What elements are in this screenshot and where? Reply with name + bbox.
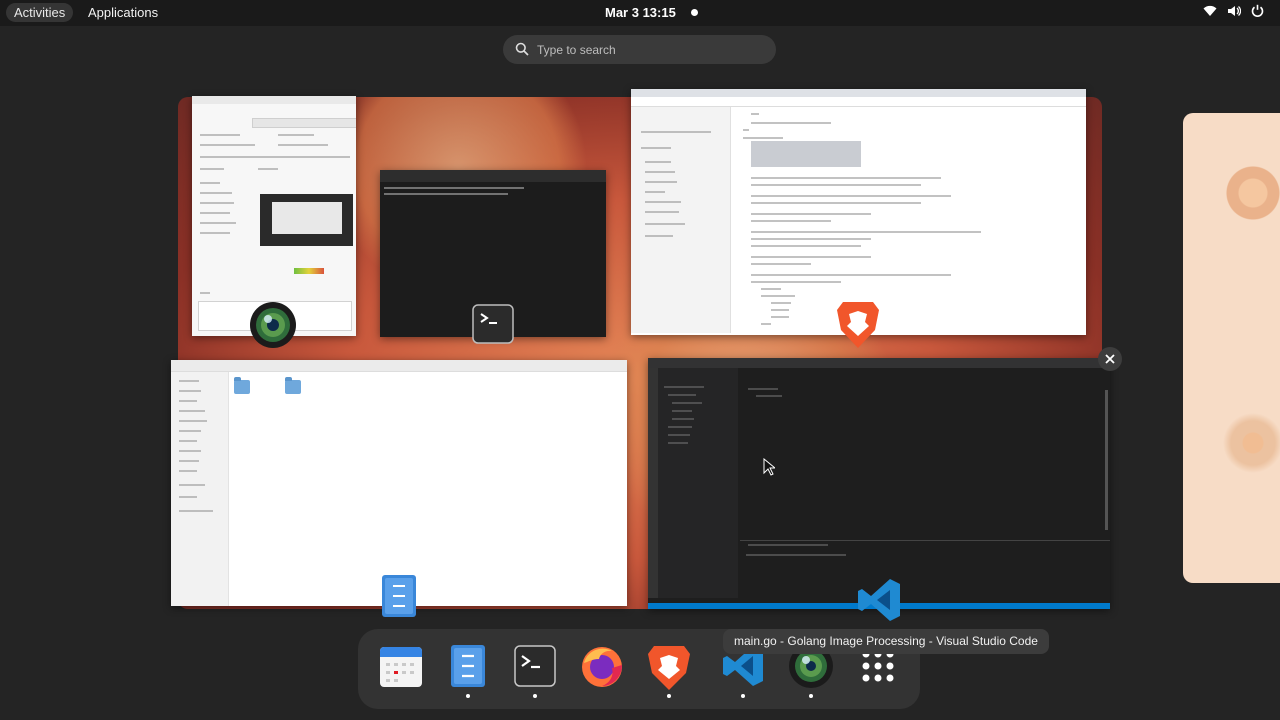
next-workspace-thumbnail[interactable]: [1183, 113, 1280, 583]
window-title-tooltip: main.go - Golang Image Processing - Visu…: [723, 629, 1049, 654]
editor-scrollbar[interactable]: [1105, 390, 1108, 530]
activities-button[interactable]: Activities: [6, 3, 74, 22]
window-app-icon-terminal: [472, 304, 514, 349]
search-input[interactable]: [537, 40, 757, 60]
brave-lion-icon: [648, 646, 690, 690]
audio-meter: [294, 268, 324, 274]
firefox-icon: [582, 647, 622, 687]
mouse-cursor: [763, 457, 777, 481]
volume-icon[interactable]: [1227, 5, 1241, 17]
wifi-icon[interactable]: [1203, 5, 1217, 17]
brave-lion-icon: [837, 302, 879, 348]
recording-preview: [260, 194, 353, 246]
calendar-icon: [380, 647, 422, 687]
terminal-icon: [472, 304, 514, 344]
folder-icon[interactable]: [285, 377, 301, 394]
window-app-icon-vscode: [855, 576, 903, 629]
close-window-button[interactable]: [1098, 347, 1122, 371]
page-sidebar: [631, 107, 731, 333]
dash-app-terminal[interactable]: [512, 643, 558, 693]
terminal-icon: [514, 645, 556, 687]
record-button: [252, 118, 356, 128]
folder-icon[interactable]: [234, 377, 250, 394]
window-app-icon-brave: [835, 298, 881, 355]
window-headerbar: [171, 360, 627, 372]
window-screen-recorder[interactable]: [192, 96, 356, 336]
running-indicator: [533, 694, 537, 698]
camera-lens-icon: [250, 302, 296, 348]
window-app-icon-camera: [249, 301, 297, 354]
browser-url-bar: [631, 97, 1086, 107]
dash-app-files[interactable]: [445, 643, 491, 693]
search-icon: [515, 42, 529, 56]
files-icon: [382, 575, 416, 617]
code-selection: [751, 141, 861, 167]
applications-menu[interactable]: Applications: [88, 5, 158, 20]
running-indicator: [809, 694, 813, 698]
window-titlebar: [380, 170, 606, 182]
clock[interactable]: Mar 3 13:15: [605, 5, 676, 20]
window-titlebar: [648, 358, 1110, 368]
window-app-icon-files: [381, 574, 417, 623]
files-icon: [451, 645, 485, 687]
power-icon[interactable]: [1251, 4, 1264, 17]
browser-tab-strip: [631, 89, 1086, 97]
close-icon: [1105, 354, 1115, 364]
running-indicator: [466, 694, 470, 698]
dash-app-firefox[interactable]: [579, 643, 625, 693]
window-files[interactable]: [171, 360, 627, 606]
activity-bar: [648, 368, 658, 598]
dash-app-brave[interactable]: [646, 643, 692, 693]
running-indicator: [741, 694, 745, 698]
top-bar: Activities Applications Mar 3 13:15: [0, 0, 1280, 26]
files-sidebar: [171, 372, 229, 606]
notification-dot: [691, 9, 698, 16]
system-status-area[interactable]: [1203, 4, 1264, 17]
panel-divider: [740, 540, 1110, 541]
dash-app-calendar[interactable]: [378, 643, 424, 693]
running-indicator: [667, 694, 671, 698]
vscode-icon: [858, 579, 900, 621]
search-box[interactable]: [503, 35, 776, 64]
pointer-icon: [763, 457, 777, 476]
window-vscode[interactable]: [648, 358, 1110, 609]
explorer-sidebar: [658, 368, 738, 598]
window-titlebar: [192, 96, 356, 104]
